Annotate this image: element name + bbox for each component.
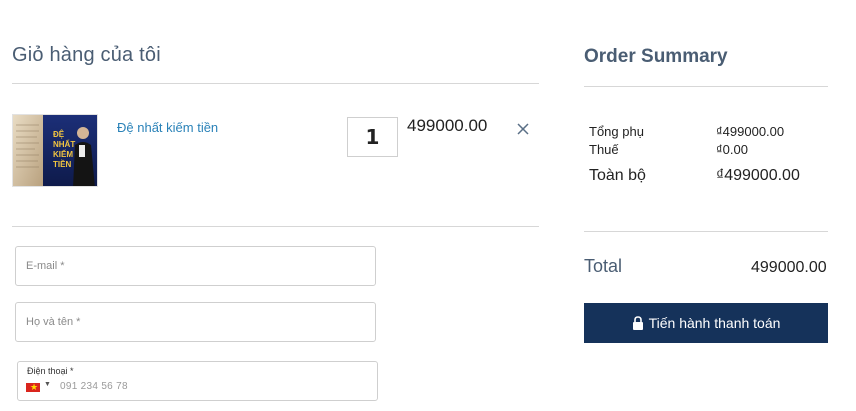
summary-title: Order Summary [584, 46, 728, 67]
phone-label: Điện thoại * [27, 366, 74, 376]
divider [584, 86, 828, 87]
name-field[interactable]: Họ và tên * [15, 302, 376, 342]
close-icon[interactable] [514, 120, 532, 138]
chevron-down-icon[interactable]: ▼ [44, 381, 51, 388]
email-placeholder: E-mail * [26, 260, 65, 272]
tax-value: ₫0.00 [716, 142, 748, 157]
product-name-link[interactable]: Đệ nhất kiếm tiền [117, 120, 218, 135]
svg-text:KIẾM: KIẾM [53, 149, 73, 159]
total-label: Total [584, 256, 623, 276]
subtotal-value: ₫499000.00 [716, 124, 785, 139]
divider [12, 226, 539, 227]
checkout-button[interactable]: Tiến hành thanh toán [584, 303, 828, 343]
subtotal-label: Tổng phụ [589, 124, 644, 139]
vietnam-flag-icon[interactable]: ★ [26, 382, 40, 392]
divider [12, 83, 539, 84]
checkout-label: Tiến hành thanh toán [648, 315, 781, 331]
svg-text:TIỀN: TIỀN [53, 159, 71, 169]
lock-icon [632, 316, 643, 330]
item-price: 499000.00 [407, 116, 488, 135]
cart-title: Giỏ hàng của tôi [12, 44, 161, 66]
cart-page: Giỏ hàng của tôi ĐỆ NHẤT KIẾM TIỀN Đệ nh… [0, 0, 856, 411]
grand-total-value: ₫499000.00 [716, 167, 800, 184]
email-field[interactable]: E-mail * [15, 246, 376, 286]
phone-placeholder: 091 234 56 78 [60, 381, 128, 392]
phone-field[interactable]: Điện thoại * ★ ▼ 091 234 56 78 [17, 361, 378, 401]
tax-label: Thuế [589, 142, 619, 157]
name-placeholder: Họ và tên * [26, 316, 81, 328]
quantity-input[interactable]: 1 [347, 117, 398, 157]
svg-text:NHẤT: NHẤT [53, 139, 75, 149]
grand-total-label: Toàn bộ [589, 167, 646, 184]
svg-text:ĐỆ: ĐỆ [53, 130, 65, 139]
total-value: 499000.00 [751, 259, 827, 276]
divider [584, 231, 828, 232]
product-thumbnail[interactable]: ĐỆ NHẤT KIẾM TIỀN [12, 114, 98, 187]
